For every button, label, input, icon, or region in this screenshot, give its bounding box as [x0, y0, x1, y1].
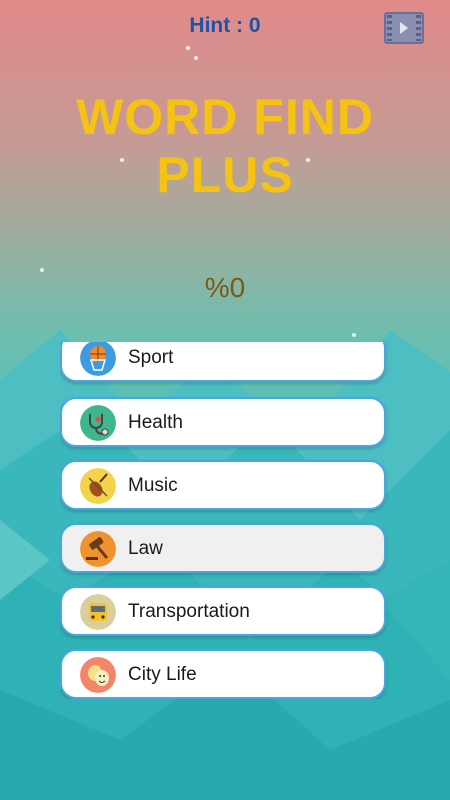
- title-line-2: PLUS: [156, 147, 294, 203]
- theater-masks-icon: [80, 657, 116, 693]
- title-line-1: WORD FIND: [76, 89, 374, 145]
- category-label: Sport: [128, 347, 174, 368]
- bus-icon: [80, 594, 116, 630]
- stethoscope-icon: [80, 405, 116, 441]
- category-label: Health: [128, 412, 183, 433]
- sparkle: [186, 46, 190, 50]
- category-transportation[interactable]: Transportation: [60, 586, 386, 636]
- category-music[interactable]: Music: [60, 460, 386, 510]
- violin-icon: [80, 468, 116, 504]
- category-health[interactable]: Health: [60, 397, 386, 447]
- category-city-life[interactable]: City Life: [60, 649, 386, 699]
- game-title: WORD FIND PLUS: [0, 88, 450, 204]
- category-sport[interactable]: Sport: [60, 342, 386, 382]
- category-list[interactable]: Sport Health Music Law Transportation Ci…: [60, 342, 390, 699]
- film-strip-left: [387, 15, 392, 41]
- sparkle: [194, 56, 198, 60]
- basketball-icon: [80, 342, 116, 376]
- film-strip-right: [416, 15, 421, 41]
- progress-percent: %0: [204, 272, 246, 303]
- category-label: Transportation: [128, 601, 250, 622]
- hint-counter: Hint : 0: [189, 14, 261, 37]
- category-label: Music: [128, 475, 178, 496]
- category-label: Law: [128, 538, 163, 559]
- sparkle: [352, 333, 356, 337]
- category-law[interactable]: Law: [60, 523, 386, 573]
- gavel-icon: [80, 531, 116, 567]
- video-film-icon: [400, 22, 408, 34]
- video-hint-button[interactable]: [384, 12, 424, 44]
- category-label: City Life: [128, 664, 197, 685]
